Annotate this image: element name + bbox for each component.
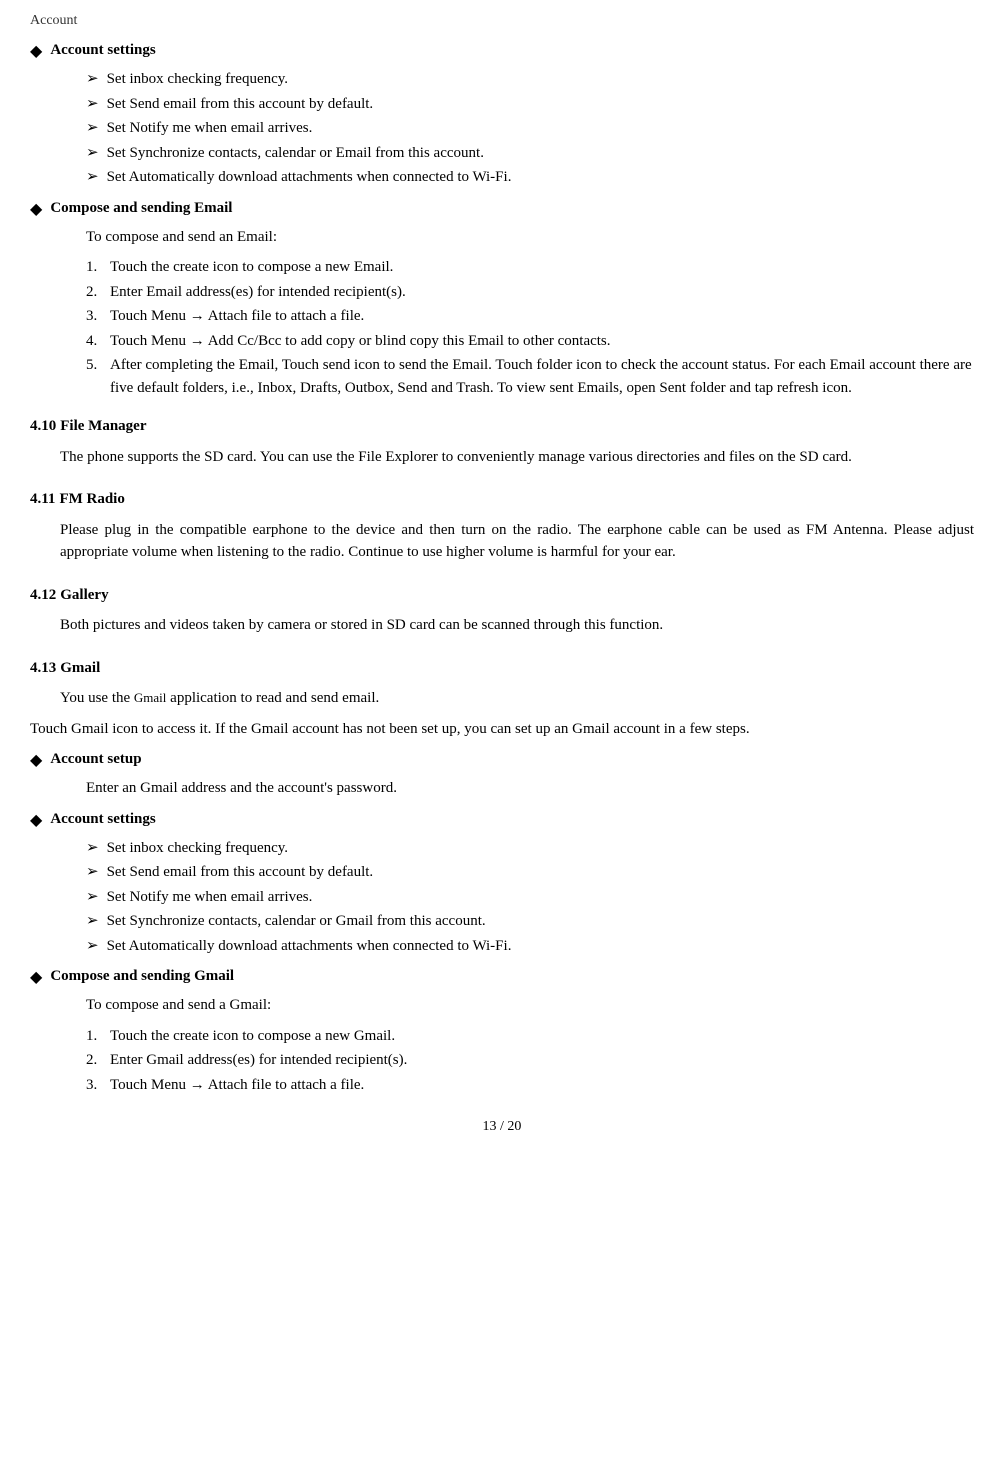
- section-number: 4.10: [30, 415, 56, 438]
- section-number: 4.11: [30, 488, 55, 511]
- list-text: Set inbox checking frequency.: [107, 68, 288, 91]
- arrow-icon: ➢: [86, 166, 99, 189]
- account-settings-section-1: ◆ Account settings: [30, 39, 974, 64]
- section-title: Gallery: [60, 584, 108, 607]
- section-number: 4.12: [30, 584, 56, 607]
- arrow-icon: ➢: [86, 886, 99, 909]
- list-item: 4.Touch Menu → Add Cc/Bcc to add copy or…: [86, 330, 974, 353]
- step-text: After completing the Email, Touch send i…: [110, 354, 974, 399]
- list-text: Set Automatically download attachments w…: [107, 166, 512, 189]
- step-num: 2.: [86, 1049, 110, 1072]
- list-item: ➢ Set Send email from this account by def…: [86, 861, 974, 884]
- list-item: 2.Enter Email address(es) for intended r…: [86, 281, 974, 304]
- file-manager-para: The phone supports the SD card. You can …: [60, 446, 974, 469]
- step-num: 3.: [86, 1074, 110, 1097]
- gallery-heading: 4.12 Gallery: [30, 572, 974, 611]
- step-text: Touch Menu → Add Cc/Bcc to add copy or b…: [110, 330, 611, 353]
- section-title: FM Radio: [59, 488, 124, 511]
- account-settings-section-2: ◆ Account settings: [30, 808, 974, 833]
- compose-gmail-title: Compose and sending Gmail: [50, 965, 234, 988]
- step-text: Enter Email address(es) for intended rec…: [110, 281, 406, 304]
- step-num: 1.: [86, 256, 110, 279]
- diamond-icon-3: ◆: [30, 749, 42, 773]
- list-item: 1.Touch the create icon to compose a new…: [86, 256, 974, 279]
- account-settings-list-1: ➢ Set inbox checking frequency. ➢ Set Send…: [86, 68, 974, 189]
- gmail-heading: 4.13 Gmail: [30, 645, 974, 684]
- list-item: ➢ Set Send email from this account by def…: [86, 93, 974, 116]
- step-num: 3.: [86, 305, 110, 328]
- list-item: 5.After completing the Email, Touch send…: [86, 354, 974, 399]
- arrow-icon: ➢: [86, 910, 99, 933]
- compose-email-section: ◆ Compose and sending Email: [30, 197, 974, 222]
- list-item: ➢ Set Synchronize contacts, calendar or E…: [86, 142, 974, 165]
- account-settings-list-2: ➢ Set inbox checking frequency. ➢ Set Send…: [86, 837, 974, 958]
- list-text: Set Notify me when email arrives.: [107, 117, 313, 140]
- list-text: Set inbox checking frequency.: [107, 837, 288, 860]
- list-text: Set Synchronize contacts, calendar or Em…: [107, 142, 484, 165]
- list-item: ➢ Set inbox checking frequency.: [86, 837, 974, 860]
- list-item: ➢ Set Automatically download attachments …: [86, 166, 974, 189]
- list-item: 1.Touch the create icon to compose a new…: [86, 1025, 974, 1048]
- step-num: 1.: [86, 1025, 110, 1048]
- top-label: Account: [30, 10, 974, 31]
- list-item: ➢ Set inbox checking frequency.: [86, 68, 974, 91]
- file-manager-heading: 4.10 File Manager: [30, 403, 974, 442]
- list-item: 3.Touch Menu → Attach file to attach a f…: [86, 1074, 974, 1097]
- gmail-para-1: You use the Gmail application to read an…: [60, 687, 974, 710]
- page-footer: 13 / 20: [30, 1116, 974, 1137]
- step-num: 4.: [86, 330, 110, 353]
- account-setup-title: Account setup: [50, 748, 141, 771]
- section-number: 4.13: [30, 657, 56, 680]
- fm-radio-heading: 4.11 FM Radio: [30, 476, 974, 515]
- fm-radio-para: Please plug in the compatible earphone t…: [60, 519, 974, 564]
- list-item: ➢ Set Notify me when email arrives.: [86, 886, 974, 909]
- account-setup-intro: Enter an Gmail address and the account's…: [86, 777, 974, 800]
- step-num: 2.: [86, 281, 110, 304]
- gallery-para: Both pictures and videos taken by camera…: [60, 614, 974, 637]
- diamond-icon-5: ◆: [30, 966, 42, 990]
- compose-gmail-steps: 1.Touch the create icon to compose a new…: [86, 1025, 974, 1097]
- step-text: Enter Gmail address(es) for intended rec…: [110, 1049, 407, 1072]
- compose-email-intro: To compose and send an Email:: [86, 226, 974, 249]
- diamond-icon-2: ◆: [30, 198, 42, 222]
- list-text: Set Notify me when email arrives.: [107, 886, 313, 909]
- list-item: 3.Touch Menu → Attach file to attach a f…: [86, 305, 974, 328]
- list-item: ➢ Set Synchronize contacts, calendar or G…: [86, 910, 974, 933]
- list-item: ➢ Set Notify me when email arrives.: [86, 117, 974, 140]
- list-text: Set Synchronize contacts, calendar or Gm…: [107, 910, 486, 933]
- list-item: 2.Enter Gmail address(es) for intended r…: [86, 1049, 974, 1072]
- arrow-icon: ➢: [86, 117, 99, 140]
- step-text: Touch the create icon to compose a new E…: [110, 256, 393, 279]
- account-settings-title-2: Account settings: [50, 808, 155, 831]
- section-title: Gmail: [60, 657, 100, 680]
- step-text: Touch Menu → Attach file to attach a fil…: [110, 305, 364, 328]
- list-item: ➢ Set Automatically download attachments …: [86, 935, 974, 958]
- account-settings-title-1: Account settings: [50, 39, 155, 62]
- section-title: File Manager: [60, 415, 146, 438]
- arrow-icon: ➢: [86, 93, 99, 116]
- diamond-icon-1: ◆: [30, 40, 42, 64]
- step-text: Touch Menu → Attach file to attach a fil…: [110, 1074, 364, 1097]
- compose-gmail-section: ◆ Compose and sending Gmail: [30, 965, 974, 990]
- compose-gmail-intro: To compose and send a Gmail:: [86, 994, 974, 1017]
- arrow-icon: ➢: [86, 142, 99, 165]
- list-text: Set Send email from this account by defa…: [107, 93, 374, 116]
- step-text: Touch the create icon to compose a new G…: [110, 1025, 395, 1048]
- arrow-icon: ➢: [86, 68, 99, 91]
- compose-email-title: Compose and sending Email: [50, 197, 232, 220]
- gmail-para-2: Touch Gmail icon to access it. If the Gm…: [30, 718, 974, 741]
- arrow-icon: ➢: [86, 935, 99, 958]
- list-text: Set Automatically download attachments w…: [107, 935, 512, 958]
- account-setup-section: ◆ Account setup: [30, 748, 974, 773]
- compose-email-steps: 1.Touch the create icon to compose a new…: [86, 256, 974, 399]
- step-num: 5.: [86, 354, 110, 377]
- arrow-icon: ➢: [86, 837, 99, 860]
- list-text: Set Send email from this account by defa…: [107, 861, 374, 884]
- diamond-icon-4: ◆: [30, 809, 42, 833]
- arrow-icon: ➢: [86, 861, 99, 884]
